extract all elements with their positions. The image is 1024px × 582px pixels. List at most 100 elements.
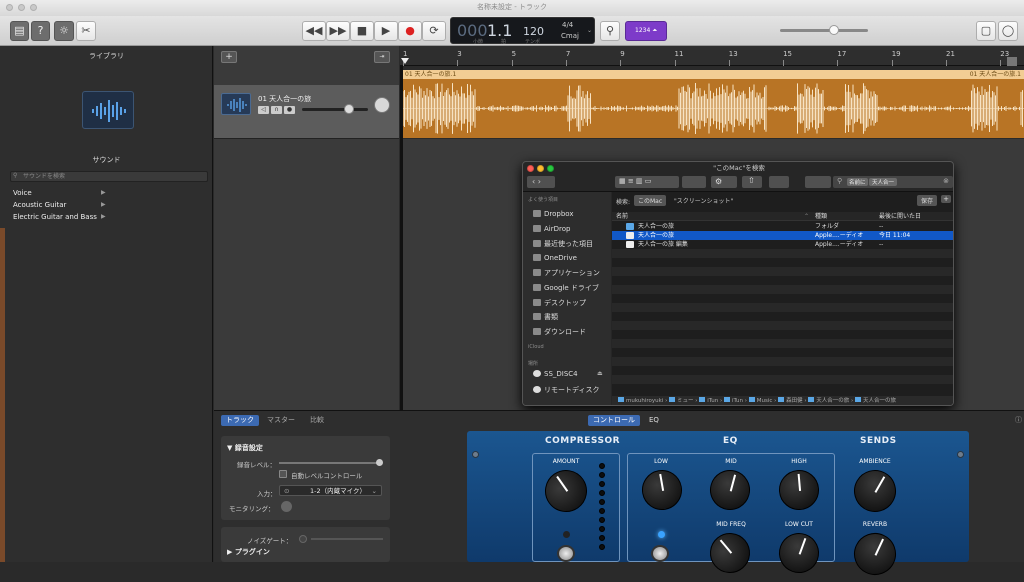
close-window-button[interactable]	[6, 4, 13, 11]
add-track-button[interactable]: +	[221, 51, 237, 63]
track-volume-thumb[interactable]	[344, 104, 354, 114]
sidebar-item[interactable]: 書類	[533, 312, 558, 322]
sidebar-item-disc[interactable]: SS_DISC4 ⏏	[533, 370, 603, 378]
play-button[interactable]: ▶	[374, 21, 398, 41]
column-name-header[interactable]: 名前	[616, 212, 628, 221]
tab-master[interactable]: マスター	[262, 415, 300, 426]
add-criteria-button[interactable]: +	[941, 195, 951, 203]
plugins-toggle[interactable]: ▶ プラグイン	[227, 547, 270, 557]
path-item[interactable]: 天人合一の旅	[816, 398, 849, 404]
minimize-window-button[interactable]	[537, 165, 544, 172]
sidebar-item[interactable]: デスクトップ	[533, 298, 586, 308]
info-icon[interactable]: ⓘ	[1015, 415, 1022, 425]
path-item[interactable]: iTun	[732, 398, 743, 404]
record-button[interactable]: ●	[398, 21, 422, 41]
audio-region[interactable]	[402, 79, 1024, 138]
monitoring-button[interactable]	[281, 501, 292, 512]
notepad-button[interactable]: ▢	[976, 21, 996, 41]
loop-browser-button[interactable]: ◯	[998, 21, 1018, 41]
rewind-button[interactable]: ◀◀	[302, 21, 326, 41]
minimize-window-button[interactable]	[18, 4, 25, 11]
rec-level-slider[interactable]	[279, 462, 379, 464]
share-icon[interactable]: ⇧	[742, 176, 762, 188]
rec-level-thumb[interactable]	[376, 459, 383, 466]
compressor-toggle-switch[interactable]	[557, 545, 575, 562]
help-button[interactable]: ?	[31, 21, 50, 41]
count-in-button[interactable]: 1234 ⏶	[625, 21, 667, 41]
auto-level-checkbox[interactable]	[279, 470, 287, 478]
search-token[interactable]: 名前に	[847, 178, 868, 186]
sidebar-item[interactable]: Dropbox	[533, 210, 574, 218]
sidebar-item[interactable]: Google ドライブ	[533, 283, 599, 293]
catch-playhead-button[interactable]: ⇥	[374, 51, 390, 63]
close-window-button[interactable]	[527, 165, 534, 172]
tab-controls[interactable]: コントロール	[588, 415, 640, 426]
tab-eq[interactable]: EQ	[644, 415, 664, 426]
column-kind-header[interactable]: 種類	[815, 212, 827, 221]
table-row[interactable]: 天人合一の旅 フォルダ --	[612, 222, 953, 231]
sidebar-item[interactable]: アプリケーション	[533, 268, 600, 278]
smart-controls-button[interactable]: ☼	[54, 21, 74, 41]
timeline-ruler[interactable]	[400, 46, 1024, 66]
group-button[interactable]	[682, 176, 706, 188]
save-search-button[interactable]: 保存	[917, 195, 938, 206]
lcd-display[interactable]: 000 1.1 小節 拍 120 テンポ 4/4 Cmaj ⌄	[450, 17, 595, 45]
column-date-header[interactable]: 最後に開いた日	[879, 212, 921, 221]
track-name[interactable]: 01 天人合一の旅	[258, 94, 311, 104]
noise-gate-toggle[interactable]	[299, 535, 307, 543]
library-item[interactable]: Acoustic Guitar	[13, 201, 66, 209]
chevron-down-icon[interactable]: ⌄	[587, 27, 592, 34]
input-select[interactable]: ⊙ 1-2（内蔵マイク） ⌄	[279, 485, 382, 496]
region-header[interactable]: 01 天人合一の旅.1 01 天人合一の旅.1	[403, 70, 1024, 79]
record-enable-button[interactable]: ●	[284, 106, 295, 114]
zoom-window-button[interactable]	[30, 4, 37, 11]
back-forward-button[interactable]: ‹ ›	[527, 176, 555, 188]
sidebar-item[interactable]: 最近使った項目	[533, 239, 593, 249]
master-volume-thumb[interactable]	[829, 25, 839, 35]
eject-icon[interactable]: ⏏	[597, 370, 603, 377]
solo-headphones-icon[interactable]: ∩	[271, 106, 282, 114]
tab-track[interactable]: トラック	[221, 415, 259, 426]
track-volume-slider[interactable]	[302, 108, 368, 111]
view-mode-buttons[interactable]: ▦ ≡ ▥ ▭	[615, 176, 679, 188]
playhead[interactable]	[401, 58, 409, 66]
mute-button[interactable]: ◁	[258, 106, 269, 114]
finder-search-field[interactable]: ⚲ 名前に 天人合一 ⊗	[833, 176, 953, 188]
path-item[interactable]: iTun	[707, 398, 718, 404]
zoom-window-button[interactable]	[547, 165, 554, 172]
path-bar-items[interactable]: mukuhiroyuki › ミュー › iTun › iTun › Music…	[612, 397, 896, 404]
table-row[interactable]: 天人合一の旅 Apple....ーディオ 今日 11:04	[612, 231, 953, 240]
editors-button[interactable]: ✂	[76, 21, 96, 41]
path-item[interactable]: ミュー	[677, 398, 694, 404]
finder-window[interactable]: "このMac"を検索 ‹ › ▦ ≡ ▥ ▭ ⚙ ⇧ ⚲ 名前に 天人合一 ⊗ …	[522, 161, 954, 406]
table-row[interactable]: 天人合一の旅 編集 Apple....ーディオ --	[612, 240, 953, 249]
eq-toggle-switch[interactable]	[651, 545, 669, 562]
path-item[interactable]: Music	[757, 398, 773, 404]
scope-this-mac-button[interactable]: このMac	[634, 195, 667, 206]
track-pan-knob[interactable]	[374, 97, 390, 113]
forward-button[interactable]: ▶▶	[326, 21, 350, 41]
tuner-button[interactable]: ⚲	[600, 21, 620, 41]
noise-gate-slider[interactable]	[311, 538, 383, 540]
path-item[interactable]: 天人合一の旅	[863, 398, 896, 404]
scope-folder-button[interactable]: "スクリーンショット"	[674, 196, 733, 205]
library-item[interactable]: Voice	[13, 189, 32, 197]
search-value[interactable]: 天人合一	[869, 178, 898, 186]
sidebar-item-remote-disc[interactable]: リモートディスク	[533, 385, 600, 395]
library-item[interactable]: Electric Guitar and Bass	[13, 213, 97, 221]
tag-icon[interactable]	[769, 176, 789, 188]
cycle-end-marker[interactable]	[1007, 57, 1017, 66]
sidebar-item[interactable]: ダウンロード	[533, 327, 586, 337]
dropbox-icon[interactable]	[805, 176, 831, 188]
cycle-button[interactable]: ⟳	[422, 21, 446, 41]
clear-search-icon[interactable]: ⊗	[943, 177, 949, 185]
stop-button[interactable]: ■	[350, 21, 374, 41]
rec-settings-title[interactable]: ▼ 録音設定	[227, 443, 263, 453]
library-toggle-button[interactable]: ▤	[10, 21, 29, 41]
sidebar-item[interactable]: OneDrive	[533, 253, 577, 262]
path-item[interactable]: mukuhiroyuki	[626, 398, 663, 404]
tab-compare[interactable]: 比較	[305, 415, 329, 426]
action-gear-icon[interactable]: ⚙	[711, 176, 737, 188]
master-volume-slider[interactable]	[780, 29, 868, 32]
path-item[interactable]: 森田健	[786, 398, 803, 404]
